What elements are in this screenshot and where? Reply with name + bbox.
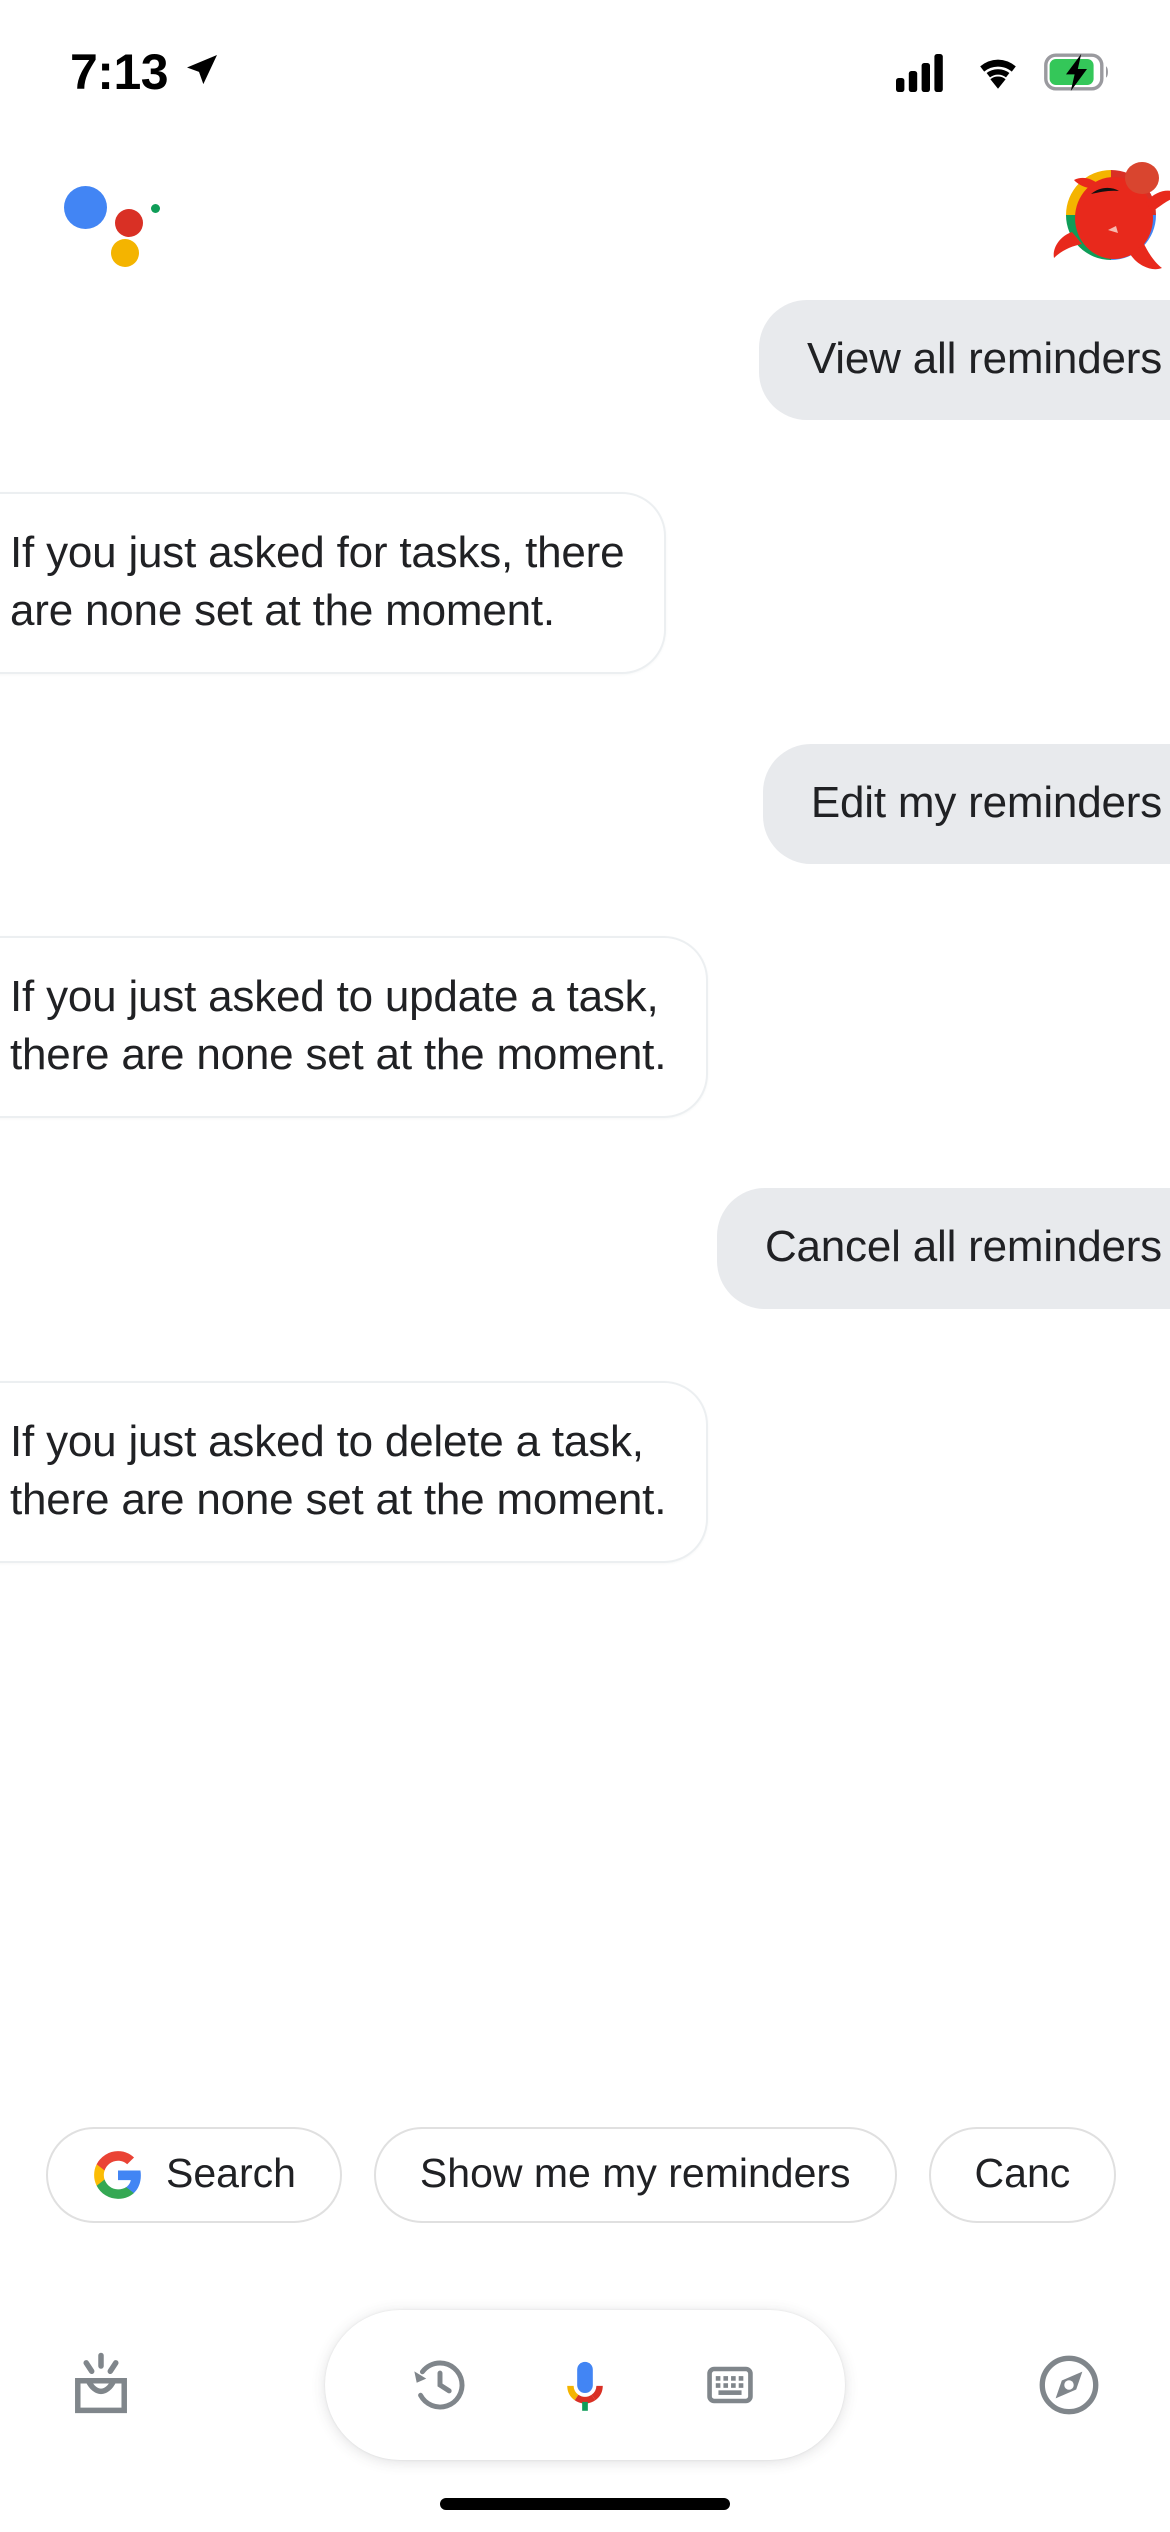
keyboard-icon	[707, 2366, 754, 2404]
compass-explore-icon	[1039, 2355, 1099, 2415]
wifi-icon	[980, 59, 1016, 89]
assistant-logo-green-dot	[151, 204, 160, 213]
conversation-thread: View all reminders If you just asked for…	[0, 300, 1170, 2070]
microphone-button[interactable]	[539, 2339, 631, 2431]
assistant-logo-blue-dot	[64, 186, 107, 229]
suggestion-chips[interactable]: Search Show me my reminders Canc	[0, 2100, 1170, 2250]
avatar[interactable]	[1046, 150, 1170, 280]
assistant-logo-yellow-dot	[111, 239, 139, 267]
suggestion-chip-search[interactable]: Search	[46, 2127, 342, 2223]
status-bar-left: 7:13	[70, 43, 222, 97]
google-mic-icon	[567, 2361, 603, 2411]
assistant-message-bubble[interactable]: If you just asked to update a task, ther…	[0, 936, 709, 1119]
user-message-bubble[interactable]: View all reminders	[758, 300, 1170, 421]
cellular-signal-icon	[896, 54, 943, 92]
message-row-assistant: If you just asked for tasks, there are n…	[0, 492, 1170, 675]
battery-charging-icon	[1044, 53, 1108, 91]
suggestion-chip-label: Show me my reminders	[419, 2150, 851, 2196]
history-button[interactable]	[394, 2339, 486, 2431]
user-message-bubble[interactable]: Cancel all reminders	[716, 1188, 1170, 1309]
message-row-assistant: If you just asked to delete a task, ther…	[0, 1380, 1170, 1563]
snapshot-button[interactable]	[56, 2340, 146, 2430]
location-arrow-icon	[187, 55, 218, 85]
header	[0, 140, 1170, 290]
user-message-bubble[interactable]: Edit my reminders	[762, 744, 1170, 865]
message-row-user: View all reminders	[0, 300, 1170, 421]
google-assistant-logo	[62, 178, 182, 267]
google-g-icon	[94, 2151, 141, 2199]
suggestion-chip-cancel[interactable]: Canc	[928, 2127, 1117, 2223]
message-row-user: Edit my reminders	[0, 744, 1170, 865]
explore-button[interactable]	[1024, 2340, 1114, 2430]
suggestion-chip-label: Canc	[974, 2150, 1071, 2196]
assistant-logo-red-dot	[115, 209, 143, 237]
assistant-screen: 7:13 View all reminders If you just aske…	[0, 0, 1170, 2532]
home-indicator-bar	[440, 2498, 730, 2510]
assistant-message-bubble[interactable]: If you just asked for tasks, there are n…	[0, 492, 667, 675]
message-row-user: Cancel all reminders	[0, 1188, 1170, 1309]
message-row-assistant: If you just asked to update a task, ther…	[0, 936, 1170, 1119]
status-bar: 7:13	[0, 0, 1170, 140]
snapshot-inbox-icon	[75, 2352, 127, 2414]
status-bar-right	[896, 48, 1110, 92]
keyboard-button[interactable]	[684, 2339, 776, 2431]
bottom-navigation-bar	[0, 2300, 1170, 2470]
status-time: 7:13	[70, 44, 169, 100]
suggestion-chip-show-reminders[interactable]: Show me my reminders	[373, 2127, 897, 2223]
history-clock-icon	[413, 2360, 465, 2410]
assistant-message-bubble[interactable]: If you just asked to delete a task, ther…	[0, 1380, 709, 1563]
suggestion-chip-label: Search	[166, 2150, 296, 2196]
assistant-input-pill	[325, 2310, 845, 2460]
